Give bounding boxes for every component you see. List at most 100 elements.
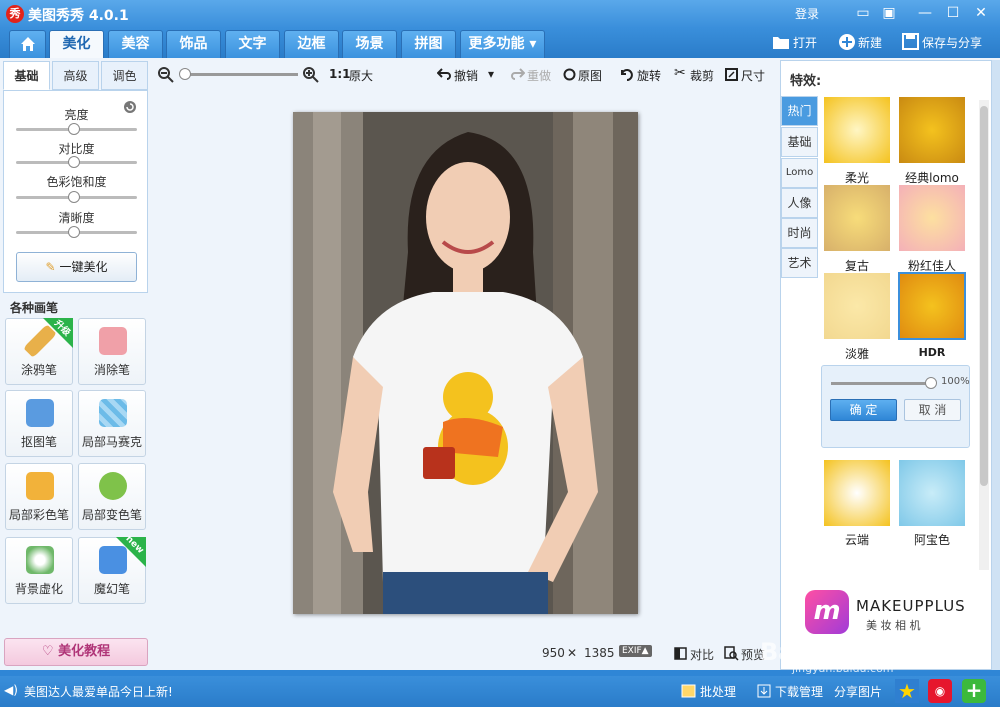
skin-icon[interactable]: ▣ [878, 3, 900, 23]
exif-button[interactable]: EXIF▲ [619, 645, 652, 657]
hdr-strength-slider[interactable] [831, 382, 931, 385]
brush-label: 局部马赛克 [81, 435, 142, 449]
news-ticker[interactable]: 美图达人最爱单品今日上新! [24, 683, 173, 700]
brush-background-blur[interactable]: 背景虚化 [5, 537, 73, 604]
brush-cutout[interactable]: 抠图笔 [5, 390, 73, 457]
magic-wand-icon: ✎ [45, 260, 56, 274]
zoom-out-icon[interactable] [158, 67, 174, 83]
effect-hdr-thumbnail[interactable] [898, 272, 966, 340]
tab-collage[interactable]: 拼图 [401, 30, 456, 58]
login-link[interactable]: 登录 [795, 5, 819, 22]
scissors-icon: ✂ [674, 65, 686, 81]
batch-process-button[interactable]: 批处理 [700, 683, 736, 700]
one-key-beautify-button[interactable]: ✎ 一键美化 [16, 252, 137, 282]
original-image-button[interactable]: 原图 [578, 67, 602, 84]
subtab-color[interactable]: 调色 [101, 61, 148, 90]
zoom-in-icon[interactable] [303, 67, 319, 83]
zoom-slider[interactable] [180, 73, 298, 76]
close-button[interactable]: ✕ [970, 3, 992, 23]
size-button[interactable]: 尺寸 [741, 67, 765, 84]
color-bucket-icon [99, 472, 127, 500]
preview-icon [724, 646, 739, 661]
ad-brand[interactable]: MAKEUPPLUS [856, 597, 966, 615]
tab-beautify[interactable]: 美化 [49, 30, 104, 58]
download-manager-button[interactable]: 下载管理 [775, 683, 823, 700]
save-share-button[interactable]: 保存与分享 [922, 32, 982, 54]
brush-local-recolor[interactable]: 局部变色笔 [78, 463, 146, 530]
brush-label: 局部变色笔 [81, 508, 142, 522]
zoom-knob[interactable] [178, 68, 191, 80]
tab-face[interactable]: 美容 [108, 30, 163, 58]
undo-dropdown-icon[interactable]: ▾ [488, 67, 494, 81]
effect-elegant-thumbnail[interactable] [824, 273, 890, 339]
brush-magic[interactable]: new 魔幻笔 [78, 534, 146, 604]
brush-doodle[interactable]: 升级 涂鸦笔 [5, 318, 73, 385]
plus-circle-icon [839, 34, 855, 50]
ratio-1-1-button[interactable]: 1:1 [329, 67, 351, 81]
effect-pink-lady-thumbnail[interactable] [899, 185, 965, 251]
effects-scrollbar-thumb[interactable] [980, 106, 988, 486]
tab-frame[interactable]: 边框 [284, 30, 339, 58]
compare-button[interactable]: 对比 [690, 646, 714, 663]
maximize-button[interactable]: ☐ [942, 3, 964, 23]
category-lomo[interactable]: Lomo [781, 158, 818, 188]
minimize-button[interactable]: — [914, 3, 936, 23]
open-button[interactable]: 打开 [793, 32, 817, 54]
sharpness-label: 清晰度 [58, 211, 95, 225]
effect-classic-lomo-thumbnail[interactable] [899, 97, 965, 163]
qzone-star-icon[interactable]: ★ [895, 679, 919, 703]
subtab-advanced[interactable]: 高级 [52, 61, 99, 90]
category-portrait[interactable]: 人像 [781, 188, 818, 218]
effect-label: HDR [918, 346, 946, 359]
undo-button[interactable]: 撤销 [454, 67, 478, 84]
save-icon [902, 33, 919, 50]
rotate-button[interactable]: 旋转 [637, 67, 661, 84]
category-hot[interactable]: 热门 [781, 96, 818, 126]
blur-icon [26, 546, 54, 574]
brush-heading: 各种画笔 [10, 301, 59, 315]
subtab-basic[interactable]: 基础 [3, 61, 50, 90]
confirm-button[interactable]: 确 定 [830, 399, 897, 421]
hdr-strength-value: 100% [941, 376, 970, 387]
photo-canvas[interactable] [293, 112, 638, 614]
category-basic[interactable]: 基础 [781, 127, 818, 157]
redo-icon [511, 68, 525, 80]
tab-scene[interactable]: 场景 [342, 30, 397, 58]
weibo-icon[interactable]: ◉ [928, 679, 952, 703]
brush-mosaic[interactable]: 局部马赛克 [78, 390, 146, 457]
tutorial-label: 美化教程 [58, 644, 111, 659]
effect-abao-color-thumbnail[interactable] [899, 460, 965, 526]
original-size-button[interactable]: 原大 [349, 67, 373, 84]
window-edge [992, 60, 1000, 670]
new-button[interactable]: 新建 [858, 32, 882, 54]
crop-button[interactable]: 裁剪 [690, 67, 714, 84]
share-image-button[interactable]: 分享图片 [834, 683, 882, 700]
home-tab[interactable] [9, 30, 46, 58]
adjust-panel: 亮度 对比度 色彩饱和度 清晰度 ✎ 一键美化 [3, 90, 148, 293]
brightness-knob[interactable] [68, 123, 80, 135]
sharpness-knob[interactable] [68, 226, 80, 238]
saturation-knob[interactable] [68, 191, 80, 203]
brush-local-color[interactable]: 局部彩色笔 [5, 463, 73, 530]
tab-text[interactable]: 文字 [225, 30, 280, 58]
cancel-button[interactable]: 取 消 [904, 399, 961, 421]
folder-icon [773, 37, 789, 49]
effect-soft-light-thumbnail[interactable] [824, 97, 890, 163]
feedback-icon[interactable]: ▭ [852, 3, 874, 23]
effect-cloud-thumbnail[interactable] [824, 460, 890, 526]
category-art[interactable]: 艺术 [781, 248, 818, 278]
add-share-icon[interactable]: + [962, 679, 986, 703]
tab-more-features[interactable]: 更多功能 ▾ [460, 30, 545, 58]
brightness-label: 亮度 [64, 108, 89, 122]
title-bar: 秀 美图秀秀 4.0.1 登录 ▭ ▣ — ☐ ✕ [0, 0, 1000, 28]
tab-accessories[interactable]: 饰品 [166, 30, 221, 58]
original-image-icon [563, 68, 576, 81]
effect-label: 云端 [844, 533, 869, 547]
tutorial-button[interactable]: ♡ 美化教程 [4, 638, 148, 666]
category-fashion[interactable]: 时尚 [781, 218, 818, 248]
hdr-strength-knob[interactable] [925, 377, 937, 389]
effect-retro-thumbnail[interactable] [824, 185, 890, 251]
redo-button[interactable]: 重做 [527, 67, 551, 84]
brush-eraser[interactable]: 消除笔 [78, 318, 146, 385]
contrast-knob[interactable] [68, 156, 80, 168]
